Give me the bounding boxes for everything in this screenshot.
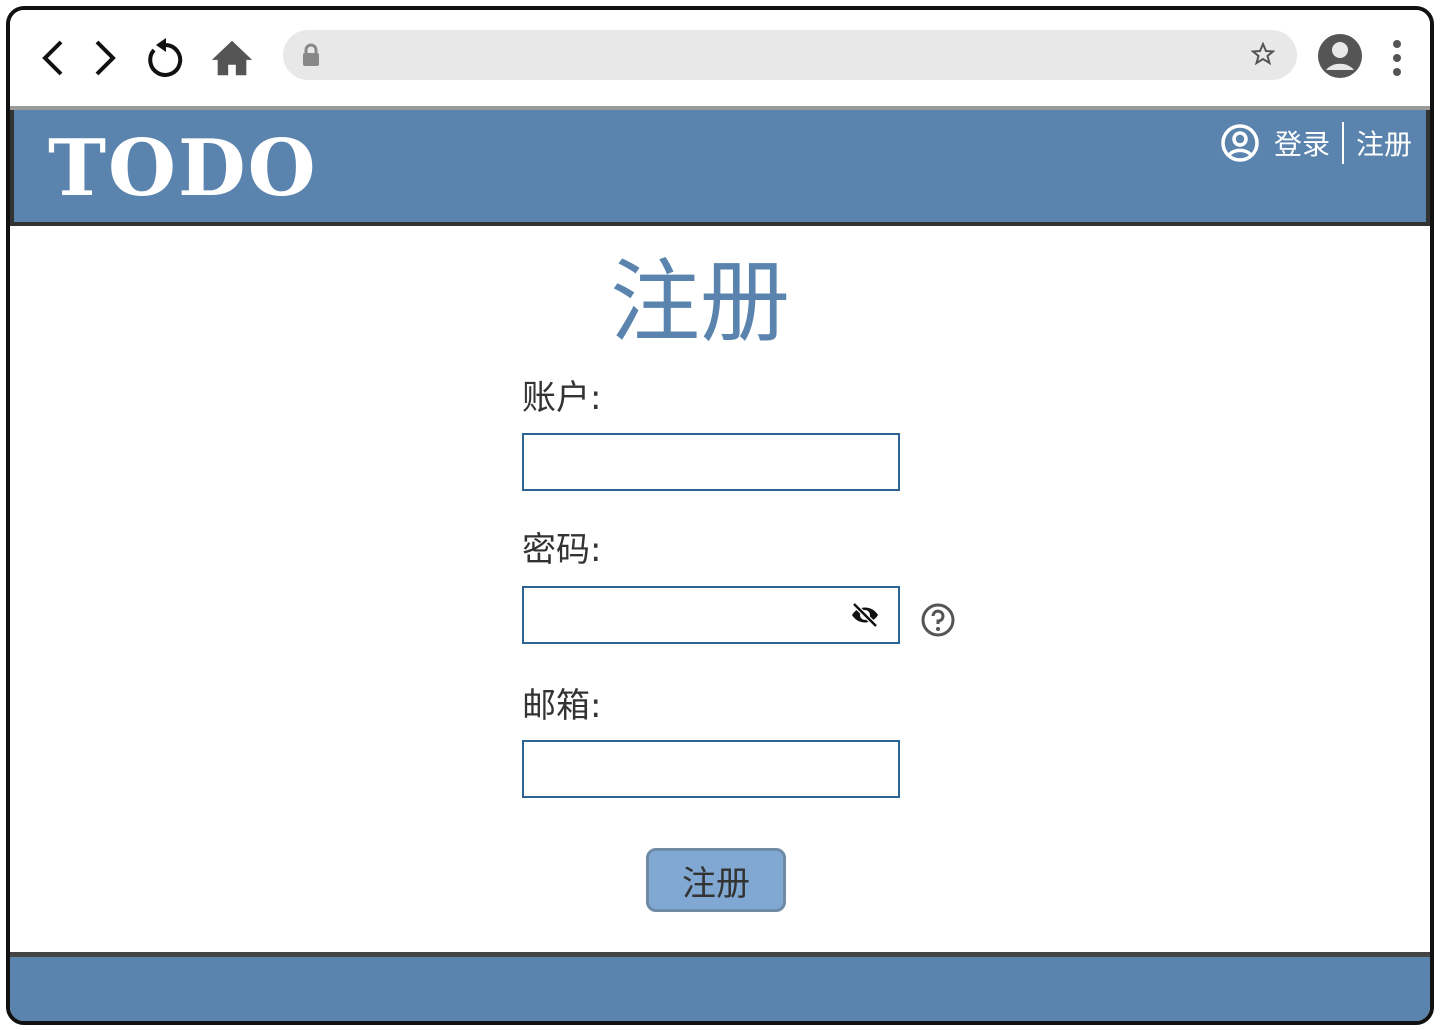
password-input[interactable] [524, 588, 898, 642]
account-label: 账户: [522, 378, 602, 418]
register-button[interactable]: 注册 [646, 848, 786, 912]
auth-links: 登录 注册 [1220, 122, 1412, 164]
login-link[interactable]: 登录 [1274, 123, 1330, 163]
email-input[interactable] [524, 742, 898, 796]
help-icon[interactable] [921, 603, 955, 641]
user-circle-icon [1220, 123, 1260, 163]
email-field[interactable] [522, 740, 900, 798]
register-link[interactable]: 注册 [1356, 123, 1412, 163]
browser-toolbar [10, 10, 1430, 110]
email-label: 邮箱: [522, 686, 602, 726]
home-icon[interactable] [210, 36, 254, 80]
account-input[interactable] [524, 435, 898, 489]
address-bar[interactable] [283, 30, 1297, 80]
star-icon[interactable] [1250, 41, 1276, 70]
profile-icon[interactable] [1316, 32, 1364, 80]
app-header: TODO 登录 注册 [10, 110, 1430, 226]
forward-icon[interactable] [82, 36, 126, 80]
browser-window: TODO 登录 注册 注册 账户: 密码: 邮箱: 注册 [6, 6, 1434, 1025]
page-title: 注册 [610, 250, 790, 355]
app-footer [10, 952, 1430, 1021]
lock-icon [301, 43, 321, 71]
menu-icon[interactable] [1382, 36, 1412, 80]
password-label: 密码: [522, 530, 602, 570]
account-field[interactable] [522, 433, 900, 491]
app-logo[interactable]: TODO [48, 124, 318, 214]
password-field[interactable] [522, 586, 900, 644]
register-form: 注册 账户: 密码: 邮箱: 注册 [10, 230, 1430, 952]
auth-divider [1341, 122, 1344, 164]
reload-icon[interactable] [142, 36, 186, 80]
eye-off-icon[interactable] [850, 602, 880, 632]
back-icon[interactable] [32, 36, 76, 80]
